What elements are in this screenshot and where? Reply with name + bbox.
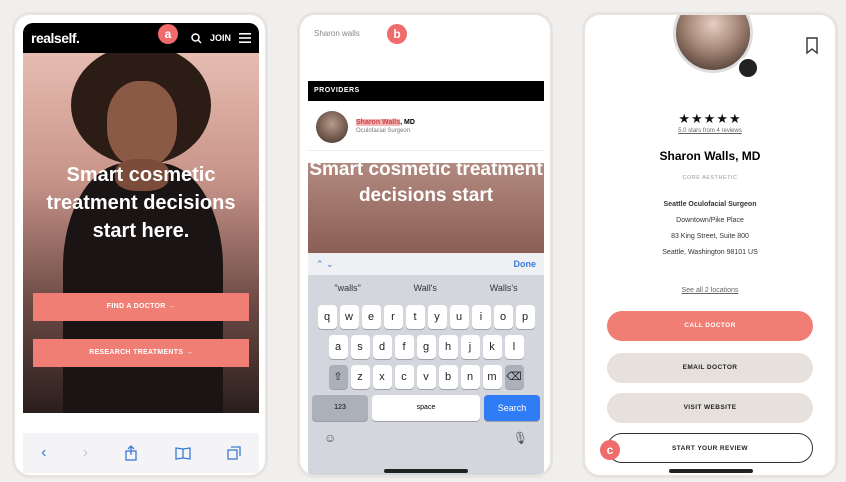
menu-icon[interactable] xyxy=(239,33,251,43)
microphone-icon[interactable]: 🎙 xyxy=(513,431,528,445)
key[interactable]: n xyxy=(460,365,480,389)
search-key[interactable]: Search xyxy=(484,395,540,421)
key[interactable]: e xyxy=(361,305,381,329)
hero-image-behind: Smart cosmetic treatment decisions start xyxy=(308,163,544,253)
key[interactable]: a xyxy=(328,335,348,359)
key[interactable]: v xyxy=(416,365,436,389)
hero-headline: Smart cosmetic treatment decisions start… xyxy=(46,164,236,242)
share-icon[interactable] xyxy=(124,445,138,461)
tabs-icon[interactable] xyxy=(227,446,241,460)
key[interactable]: t xyxy=(405,305,425,329)
key[interactable]: y xyxy=(427,305,447,329)
space-key[interactable]: space xyxy=(372,395,480,421)
key[interactable]: d xyxy=(372,335,392,359)
suggestion-1[interactable]: "walls" xyxy=(334,283,360,293)
key[interactable]: q xyxy=(317,305,337,329)
done-button[interactable]: Done xyxy=(514,259,537,269)
provider-name: Sharon Walls, MD xyxy=(356,119,415,126)
key[interactable]: x xyxy=(372,365,392,389)
key[interactable]: i xyxy=(471,305,491,329)
key-row-3: ⇧ z x c v b n m ⌫ xyxy=(308,365,544,389)
reviews-link[interactable]: 5.0 stars from 4 reviews xyxy=(585,128,835,134)
phone-profile: ★★★★★ 5.0 stars from 4 reviews Sharon Wa… xyxy=(582,12,838,478)
keyboard-toolbar: ⌃ ⌄ Done xyxy=(308,253,544,275)
key[interactable]: r xyxy=(383,305,403,329)
site-header: realself. JOIN xyxy=(23,23,259,53)
keyboard: "walls" Wall's Walls's q w e r t y u i o… xyxy=(308,275,544,475)
doctor-name: Sharon Walls, MD xyxy=(659,149,761,163)
address-line-1: Downtown/Pike Place xyxy=(676,217,744,224)
key[interactable]: g xyxy=(416,335,436,359)
hero-image: Smart cosmetic treatment decisions start… xyxy=(23,53,259,413)
join-link[interactable]: JOIN xyxy=(210,33,231,43)
key[interactable]: s xyxy=(350,335,370,359)
visit-website-button[interactable]: VISIT WEBSITE xyxy=(607,393,813,423)
key-row-2: a s d f g h j k l xyxy=(308,335,544,359)
key[interactable]: l xyxy=(504,335,524,359)
delete-icon[interactable]: ⌫ xyxy=(504,365,524,389)
suggestion-2[interactable]: Wall's xyxy=(414,283,437,293)
key[interactable]: z xyxy=(350,365,370,389)
address-line-2: 83 King Street, Suite 800 xyxy=(671,233,749,240)
home-indicator xyxy=(384,469,468,473)
key[interactable]: u xyxy=(449,305,469,329)
search-icon[interactable] xyxy=(191,32,202,44)
key[interactable]: b xyxy=(438,365,458,389)
annotation-marker-c: c xyxy=(600,440,620,460)
bookmark-icon[interactable] xyxy=(805,37,819,55)
key[interactable]: j xyxy=(460,335,480,359)
key[interactable]: h xyxy=(438,335,458,359)
key[interactable]: m xyxy=(482,365,502,389)
suggestion-3[interactable]: Walls's xyxy=(490,283,518,293)
emoji-icon[interactable]: ☺ xyxy=(324,431,336,445)
search-input[interactable]: Sharon walls xyxy=(308,23,544,47)
home-indicator xyxy=(669,469,753,473)
autocorrect-bar: "walls" Wall's Walls's xyxy=(308,275,544,299)
key[interactable]: p xyxy=(515,305,535,329)
email-doctor-button[interactable]: EMAIL DOCTOR xyxy=(607,353,813,383)
numbers-key[interactable]: 123 xyxy=(312,395,368,421)
specialty: Seattle Oculofacial Surgeon xyxy=(663,201,757,208)
back-icon[interactable]: ‹ xyxy=(41,444,46,462)
forward-icon[interactable]: › xyxy=(83,444,88,462)
browser-toolbar: ‹ › xyxy=(23,433,259,473)
research-treatments-button[interactable]: RESEARCH TREATMENTS → xyxy=(33,339,249,367)
hero-headline-partial: Smart cosmetic treatment decisions start xyxy=(309,163,543,206)
rating-stars: ★★★★★ xyxy=(678,111,742,126)
field-nav-chevron-icon[interactable]: ⌃ ⌄ xyxy=(316,259,514,270)
key[interactable]: w xyxy=(339,305,359,329)
key[interactable]: o xyxy=(493,305,513,329)
provider-avatar xyxy=(316,110,348,143)
annotation-marker-a: a xyxy=(158,24,178,44)
phone-search: Sharon walls PROVIDERS Sharon Walls, MD … xyxy=(297,12,553,478)
find-doctor-button[interactable]: FIND A DOCTOR → xyxy=(33,293,249,321)
shift-icon[interactable]: ⇧ xyxy=(328,365,348,389)
key-row-1: q w e r t y u i o p xyxy=(308,305,544,329)
provider-title: Oculofacial Surgeon xyxy=(356,128,411,134)
address-line-3: Seattle, Washington 98101 US xyxy=(662,249,758,256)
provider-result[interactable]: Sharon Walls, MD Oculofacial Surgeon xyxy=(308,103,544,151)
see-all-locations-link[interactable]: See all 2 locations xyxy=(585,287,835,294)
providers-header: PROVIDERS xyxy=(308,81,544,101)
doctor-address: Seattle Oculofacial Surgeon Downtown/Pik… xyxy=(585,197,835,261)
bookmarks-icon[interactable] xyxy=(174,446,191,460)
key[interactable]: k xyxy=(482,335,502,359)
verified-badge-icon xyxy=(737,57,759,79)
annotation-marker-b: b xyxy=(387,24,407,44)
keyboard-extras: ☺ 🎙 xyxy=(308,421,544,445)
key[interactable]: f xyxy=(394,335,414,359)
start-review-button[interactable]: START YOUR REVIEW xyxy=(607,433,813,463)
key[interactable]: c xyxy=(394,365,414,389)
key-row-bottom: 123 space Search xyxy=(308,395,544,421)
call-doctor-button[interactable]: CALL DOCTOR xyxy=(607,311,813,341)
practice-name: CORE AESTHETIC xyxy=(682,175,738,181)
phone-homepage: realself. JOIN Smart cosmetic treatment … xyxy=(12,12,268,478)
